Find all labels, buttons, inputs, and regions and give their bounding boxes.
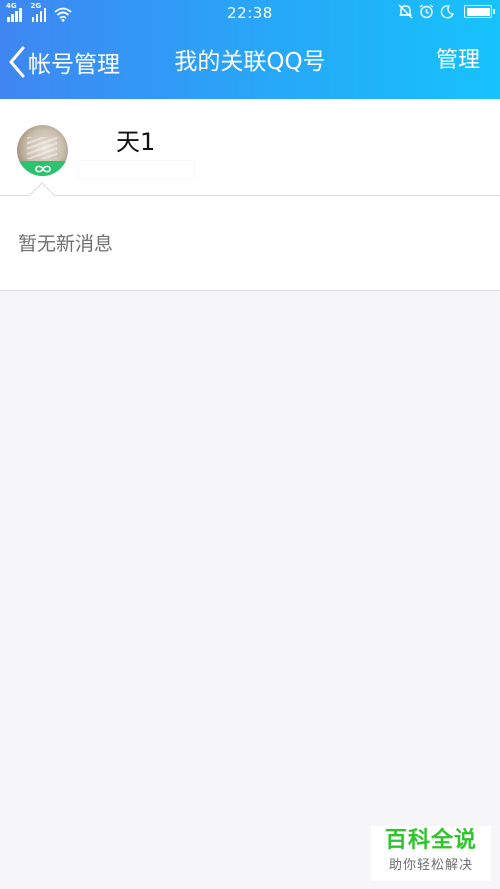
avatar-photo: [27, 137, 57, 159]
watermark-sub: 助你轻松解决: [388, 858, 473, 873]
linked-account-item[interactable]: 天1: [0, 99, 500, 195]
alarm-icon: [419, 4, 434, 19]
redacted-block: [80, 125, 116, 153]
status-bar: 4G 2G 22:38: [0, 0, 500, 26]
app-header: 4G 2G 22:38 帐号管理 我的关联QQ号 管理: [0, 0, 500, 99]
linked-badge: [17, 161, 68, 176]
account-name-text: 天1: [116, 127, 156, 156]
bell-icon: [398, 4, 413, 19]
account-name: 天1: [80, 123, 156, 156]
page-title: 我的关联QQ号: [0, 38, 500, 86]
watermark-logo: 百科全说 助你轻松解决: [371, 826, 491, 881]
account-subtitle-redacted: [79, 161, 194, 179]
moon-icon: [440, 4, 454, 18]
message-list: 暂无新消息: [0, 195, 500, 291]
nav-bar: 帐号管理 我的关联QQ号 管理: [0, 38, 500, 86]
battery-icon: [464, 5, 495, 18]
manage-button[interactable]: 管理: [436, 38, 480, 86]
page-title-text: 我的关联QQ号: [174, 49, 326, 75]
watermark-main: 百科全说: [384, 828, 477, 853]
avatar: [17, 125, 68, 176]
status-right: [398, 4, 495, 19]
infinity-icon: [34, 165, 51, 172]
empty-message-text: 暂无新消息: [18, 233, 114, 255]
